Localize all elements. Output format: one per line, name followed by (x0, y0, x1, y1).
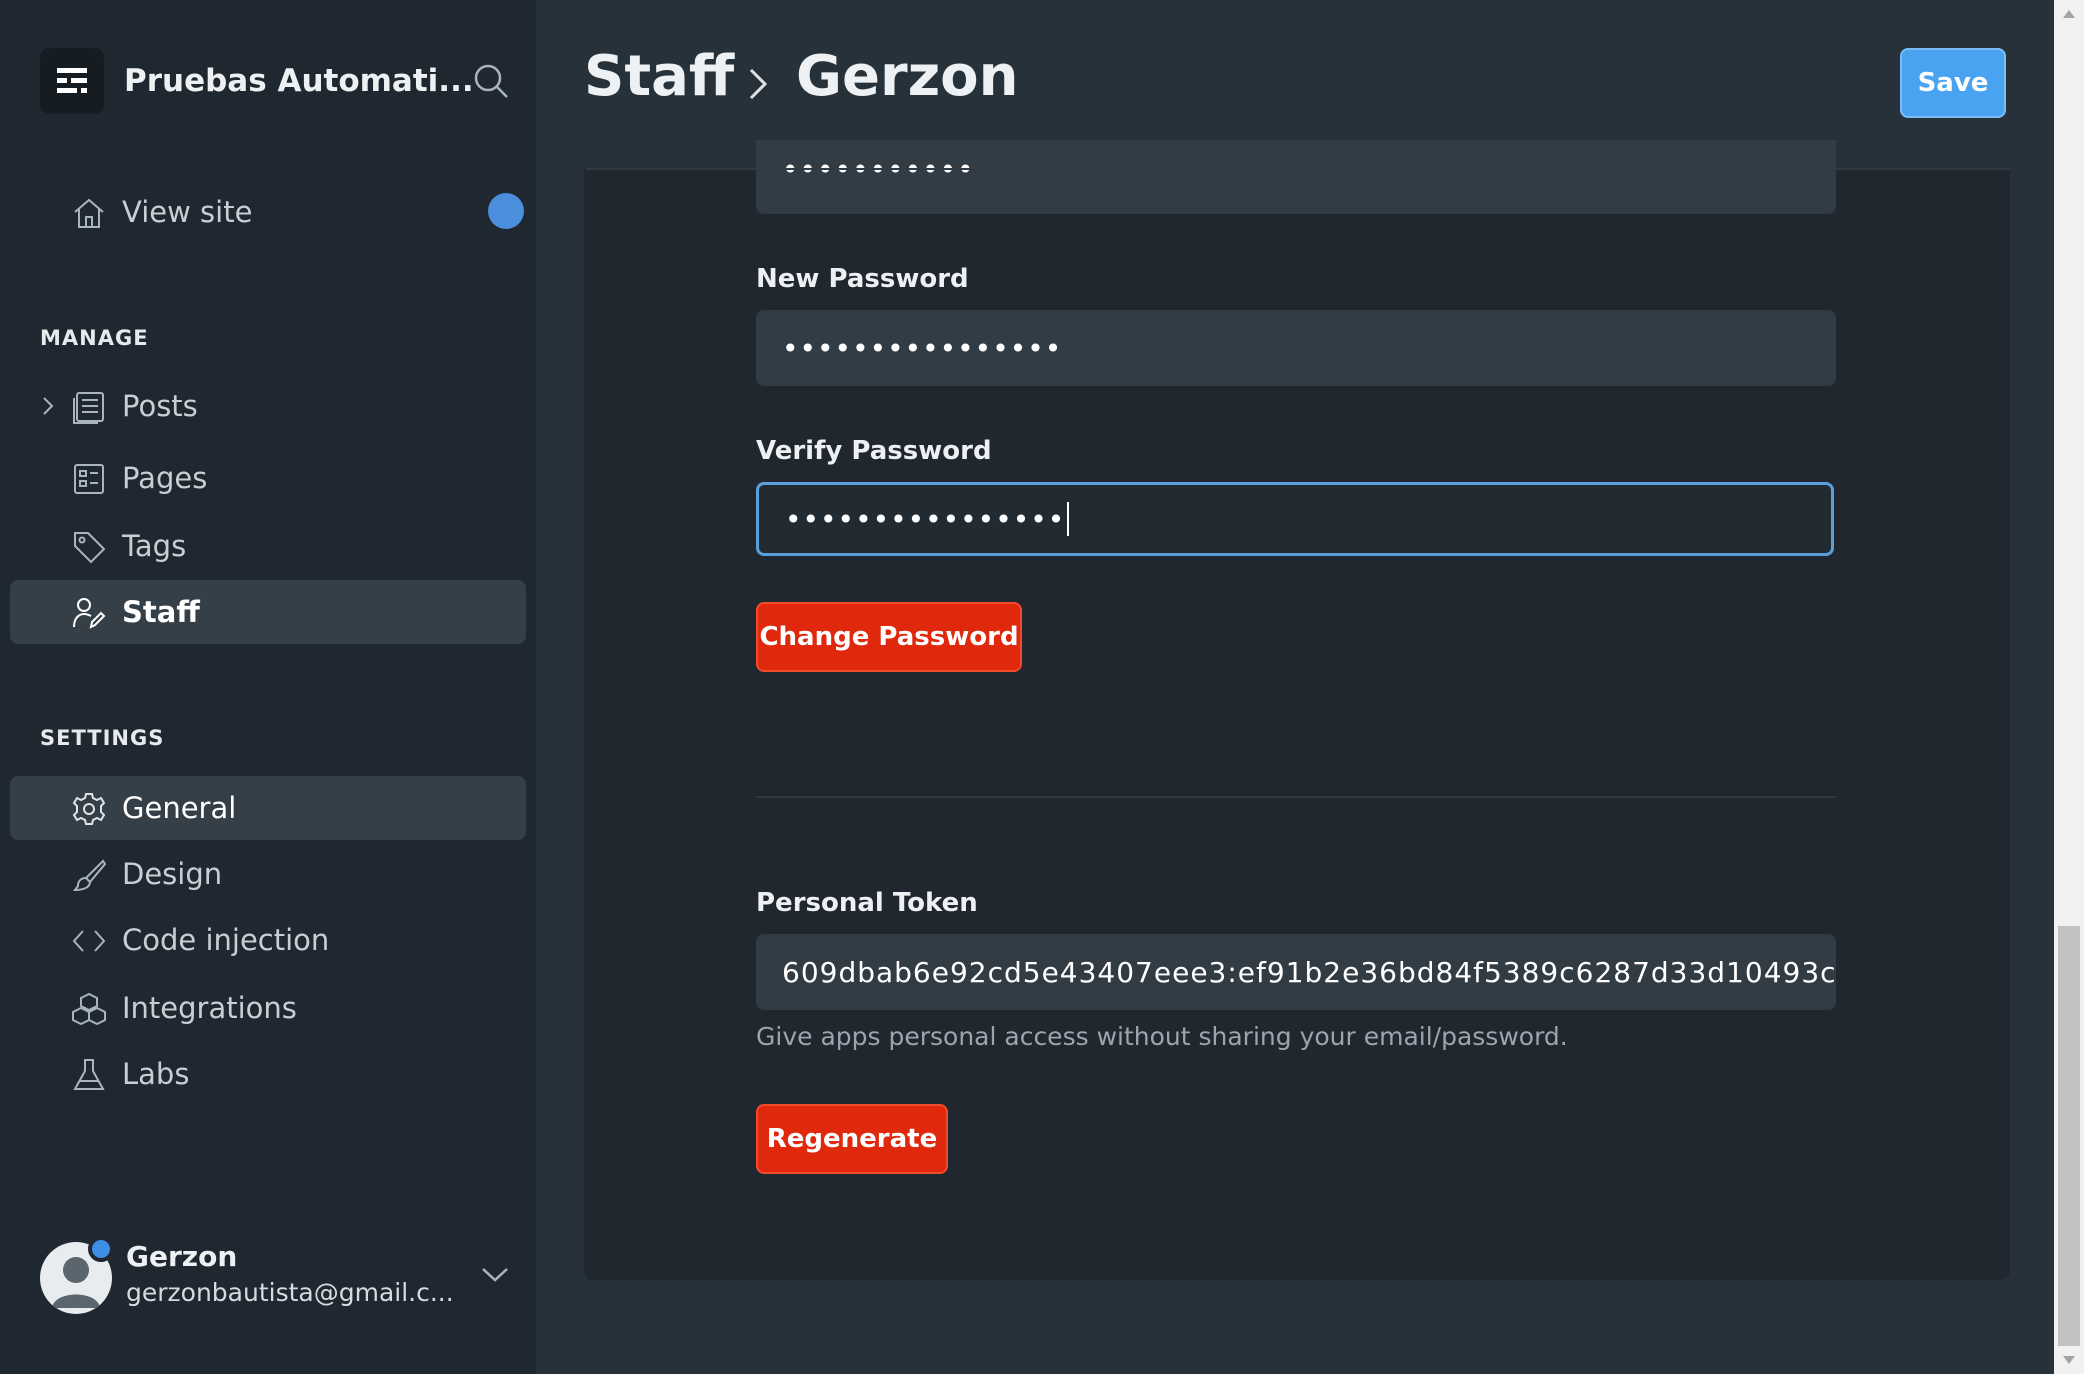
user-email: gerzonbautista@gmail.c... (126, 1278, 454, 1307)
section-divider (756, 796, 1836, 798)
pages-icon (72, 462, 106, 496)
site-title[interactable]: Pruebas Automati... (124, 63, 474, 99)
sidebar-item-label: Staff (122, 595, 200, 629)
scroll-down-arrow-icon[interactable] (2063, 1356, 2075, 1364)
sidebar-item-posts[interactable]: Posts (10, 374, 526, 438)
sidebar-item-label: Design (122, 857, 223, 891)
sidebar-item-label: View site (122, 195, 253, 229)
manage-section-label: MANAGE (40, 326, 149, 350)
sidebar-item-label: Posts (122, 389, 198, 423)
breadcrumb-parent-link[interactable]: Staff (584, 44, 734, 109)
user-name: Gerzon (126, 1240, 238, 1273)
token-help-text: Give apps personal access without sharin… (756, 1022, 1568, 1051)
settings-section-label: SETTINGS (40, 726, 165, 750)
new-password-input[interactable]: •••••••••••••••• (756, 310, 1836, 386)
scrollbar-thumb[interactable] (2058, 926, 2080, 1346)
posts-icon (72, 390, 106, 424)
brush-icon (72, 858, 107, 892)
header-divider (586, 168, 2010, 170)
brand-row: Pruebas Automati... (40, 48, 510, 114)
sidebar-item-integrations[interactable]: Integrations (10, 976, 526, 1040)
sidebar-item-code-injection[interactable]: Code injection (10, 908, 526, 972)
verify-password-input[interactable]: •••••••••••••••• (756, 482, 1834, 556)
old-password-input[interactable]: ••••••••••• (756, 140, 1836, 214)
code-icon (72, 924, 106, 958)
personal-token-label: Personal Token (756, 888, 978, 918)
sidebar-item-general[interactable]: General (10, 776, 526, 840)
save-button[interactable]: Save (1900, 48, 2006, 118)
search-icon[interactable] (472, 62, 510, 104)
scroll-up-arrow-icon[interactable] (2063, 10, 2075, 18)
new-password-value: •••••••••••••••• (782, 331, 1063, 365)
sidebar-item-labs[interactable]: Labs (10, 1042, 526, 1106)
chevron-right-icon (746, 66, 770, 106)
verify-password-label: Verify Password (756, 436, 992, 466)
notification-dot (488, 193, 524, 229)
sidebar-item-tags[interactable]: Tags (10, 514, 526, 578)
site-logo-icon[interactable] (40, 48, 104, 114)
staff-icon (72, 596, 106, 630)
change-password-button[interactable]: Change Password (756, 602, 1022, 672)
verify-password-value: •••••••••••••••• (785, 502, 1066, 536)
integrations-icon (72, 992, 106, 1026)
text-cursor (1067, 502, 1070, 536)
sidebar-item-label: Pages (122, 461, 208, 495)
sidebar: Pruebas Automati... View site MANAGE Pos… (0, 0, 536, 1374)
sidebar-item-design[interactable]: Design (10, 842, 526, 906)
sidebar-item-staff[interactable]: Staff (10, 580, 526, 644)
chevron-down-icon[interactable] (480, 1264, 510, 1288)
page-scrollbar[interactable] (2054, 0, 2084, 1374)
sidebar-item-label: Tags (122, 529, 187, 563)
sidebar-item-view-site[interactable]: View site (10, 180, 526, 244)
sidebar-item-pages[interactable]: Pages (10, 446, 526, 510)
page-title: Gerzon (796, 44, 1019, 109)
tag-icon (72, 530, 106, 564)
regenerate-button[interactable]: Regenerate (756, 1104, 948, 1174)
status-dot (88, 1236, 114, 1262)
sidebar-item-label: Code injection (122, 923, 330, 957)
gear-icon (72, 792, 106, 826)
chevron-right-icon[interactable] (40, 392, 56, 427)
home-icon (72, 196, 106, 230)
sidebar-item-label: Integrations (122, 991, 297, 1025)
sidebar-item-label: General (122, 791, 237, 825)
flask-icon (72, 1058, 106, 1092)
new-password-label: New Password (756, 264, 969, 294)
personal-token-input[interactable]: 609dbab6e92cd5e43407eee3:ef91b2e36bd84f5… (756, 934, 1836, 1010)
personal-token-value: 609dbab6e92cd5e43407eee3:ef91b2e36bd84f5… (782, 955, 1836, 989)
sidebar-item-label: Labs (122, 1057, 190, 1091)
user-menu[interactable]: Gerzon gerzonbautista@gmail.c... (40, 1236, 510, 1314)
